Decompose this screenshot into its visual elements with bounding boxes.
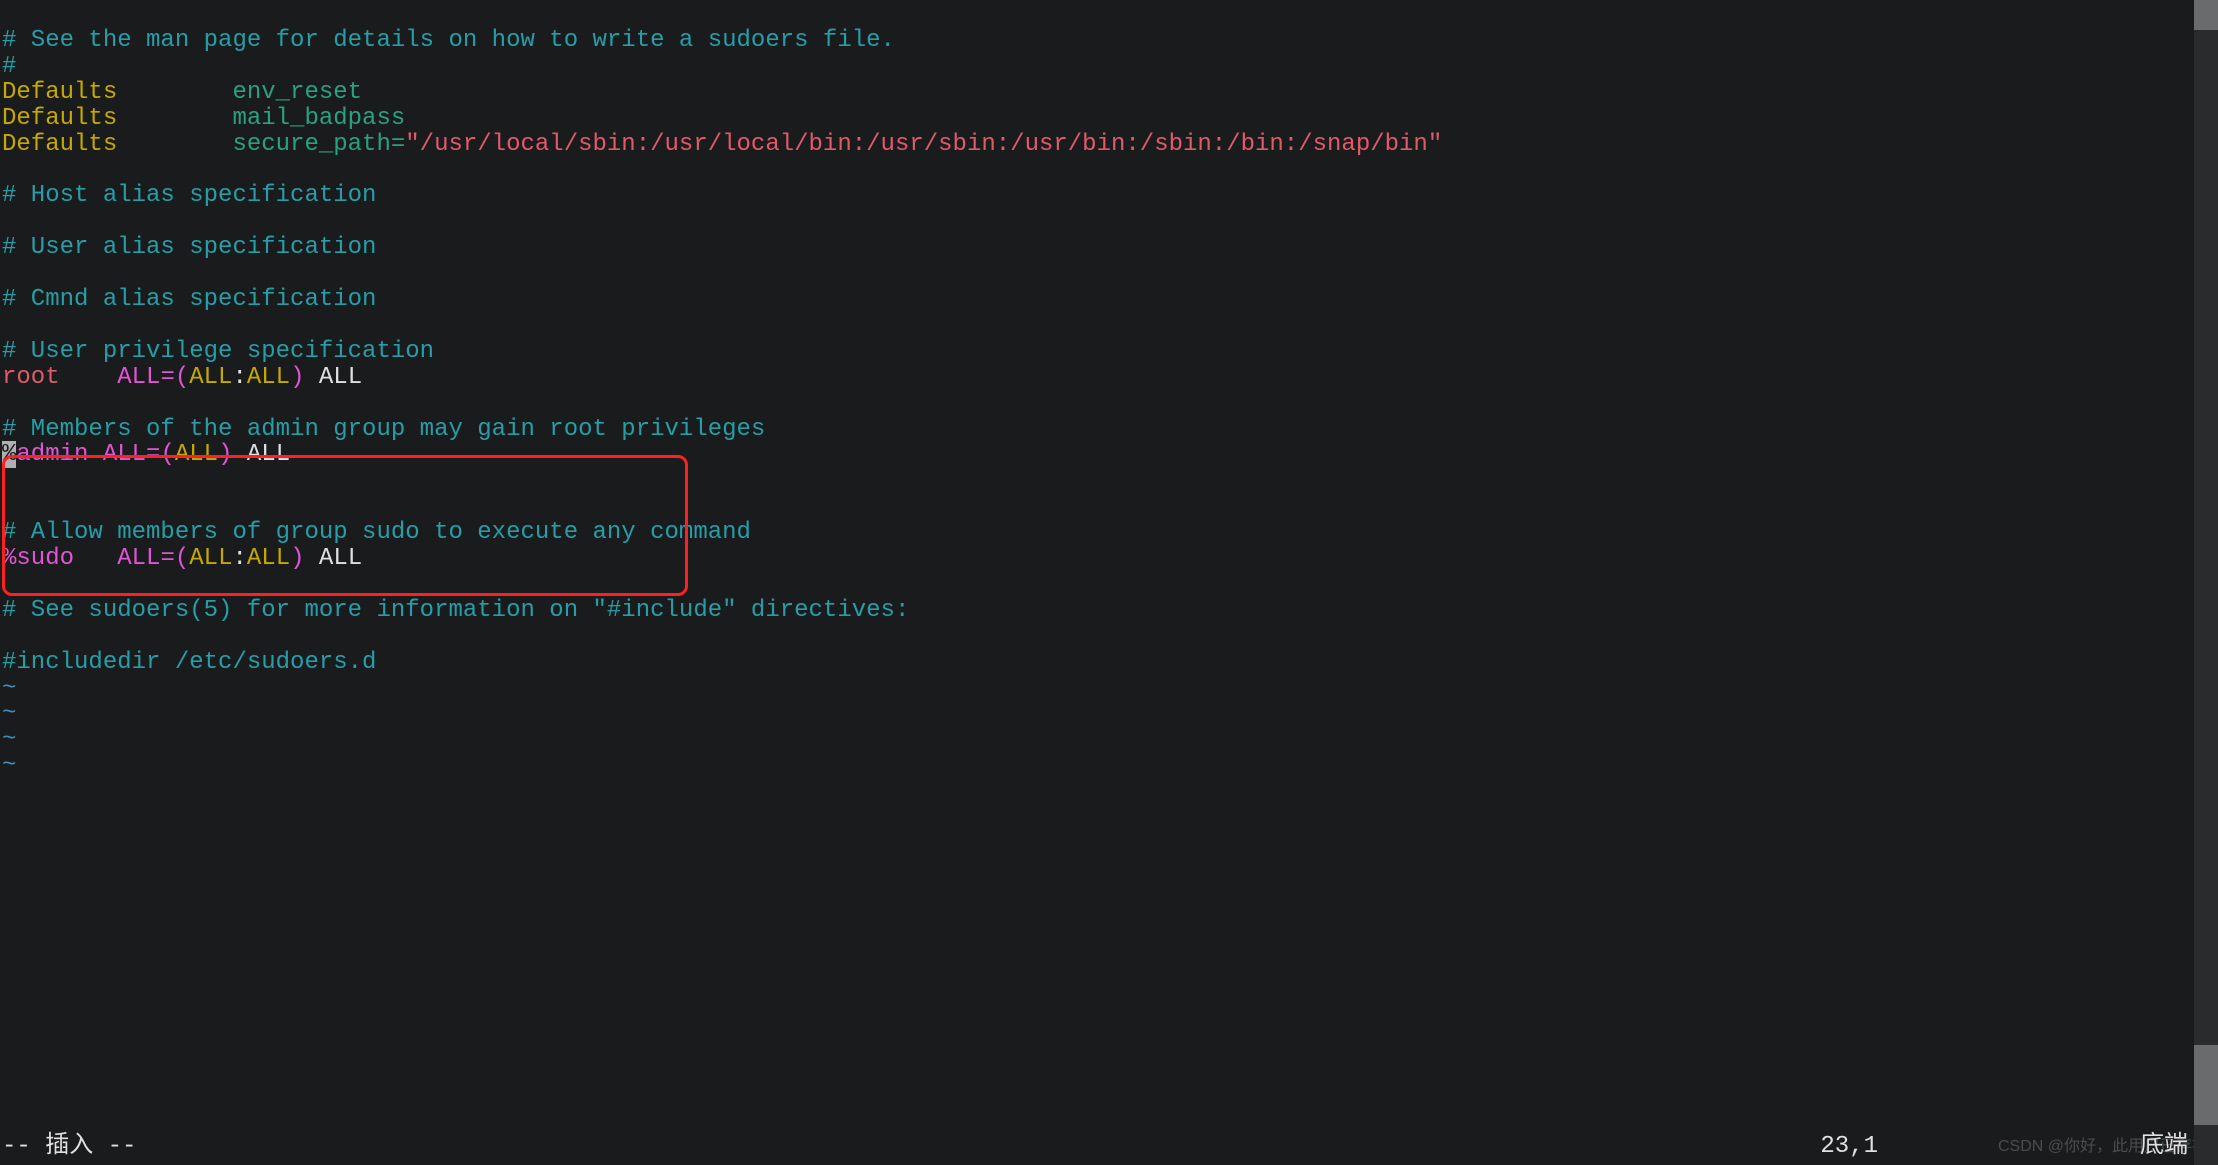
host-all: ALL (103, 441, 146, 468)
comment-line: #includedir /etc/sudoers.d (2, 649, 376, 676)
file-content: # See the man page for details on how to… (0, 0, 2218, 779)
cmd-all: ALL (319, 545, 362, 572)
defaults-keyword: Defaults (2, 79, 117, 106)
lparen: ( (160, 441, 174, 468)
vim-cursor-position: 23,1 (1820, 1134, 1878, 1160)
comment-line: # Allow members of group sudo to execute… (2, 519, 751, 546)
vim-editor[interactable]: # See the man page for details on how to… (0, 0, 2218, 1165)
percent-inverted: % (2, 441, 16, 468)
colon: : (232, 364, 246, 391)
default-option: env_reset (232, 79, 362, 106)
admin-group: admin (16, 441, 102, 468)
equals-sign: = (160, 364, 174, 391)
comment-line: # See sudoers(5) for more information on… (2, 597, 909, 624)
colon: : (232, 545, 246, 572)
comment-line: # Host alias specification (2, 182, 376, 209)
default-option: secure_path= (232, 131, 405, 158)
equals-sign: = (146, 441, 160, 468)
runas-all: ALL (189, 364, 232, 391)
host-all: ALL (117, 545, 160, 572)
runas-all: ALL (247, 364, 290, 391)
vim-file-position: 底端 (2140, 1134, 2188, 1160)
defaults-keyword: Defaults (2, 105, 117, 132)
empty-line-tilde: ~ (2, 700, 16, 727)
rparen: ) (218, 441, 232, 468)
defaults-keyword: Defaults (2, 131, 117, 158)
runas-all: ALL (175, 441, 218, 468)
comment-line: # Members of the admin group may gain ro… (2, 416, 765, 443)
comment-line: # See the man page for details on how to… (2, 27, 895, 54)
rparen: ) (290, 364, 304, 391)
host-all: ALL (117, 364, 160, 391)
comment-line: # Cmnd alias specification (2, 286, 376, 313)
root-user: root (2, 364, 60, 391)
vim-mode-indicator: -- 插入 -- (2, 1134, 136, 1160)
runas-all: ALL (247, 545, 290, 572)
vim-status-line: -- 插入 -- 23,1 底端 (0, 1128, 2218, 1160)
lparen: ( (175, 364, 189, 391)
equals-sign: = (160, 545, 174, 572)
empty-line-tilde: ~ (2, 752, 16, 779)
cmd-all: ALL (247, 441, 290, 468)
cmd-all: ALL (319, 364, 362, 391)
runas-all: ALL (189, 545, 232, 572)
scrollbar-thumb[interactable] (2194, 1045, 2218, 1125)
vertical-scrollbar[interactable] (2194, 0, 2218, 1165)
rparen: ) (290, 545, 304, 572)
empty-line-tilde: ~ (2, 726, 16, 753)
comment-line: # (2, 53, 16, 80)
lparen: ( (175, 545, 189, 572)
comment-line: # User alias specification (2, 234, 376, 261)
secure-path-value: "/usr/local/sbin:/usr/local/bin:/usr/sbi… (405, 131, 1442, 158)
comment-line: # User privilege specification (2, 338, 434, 365)
sudo-group: %sudo (2, 545, 74, 572)
default-option: mail_badpass (232, 105, 405, 132)
empty-line-tilde: ~ (2, 675, 16, 702)
scrollbar-thumb[interactable] (2194, 0, 2218, 30)
